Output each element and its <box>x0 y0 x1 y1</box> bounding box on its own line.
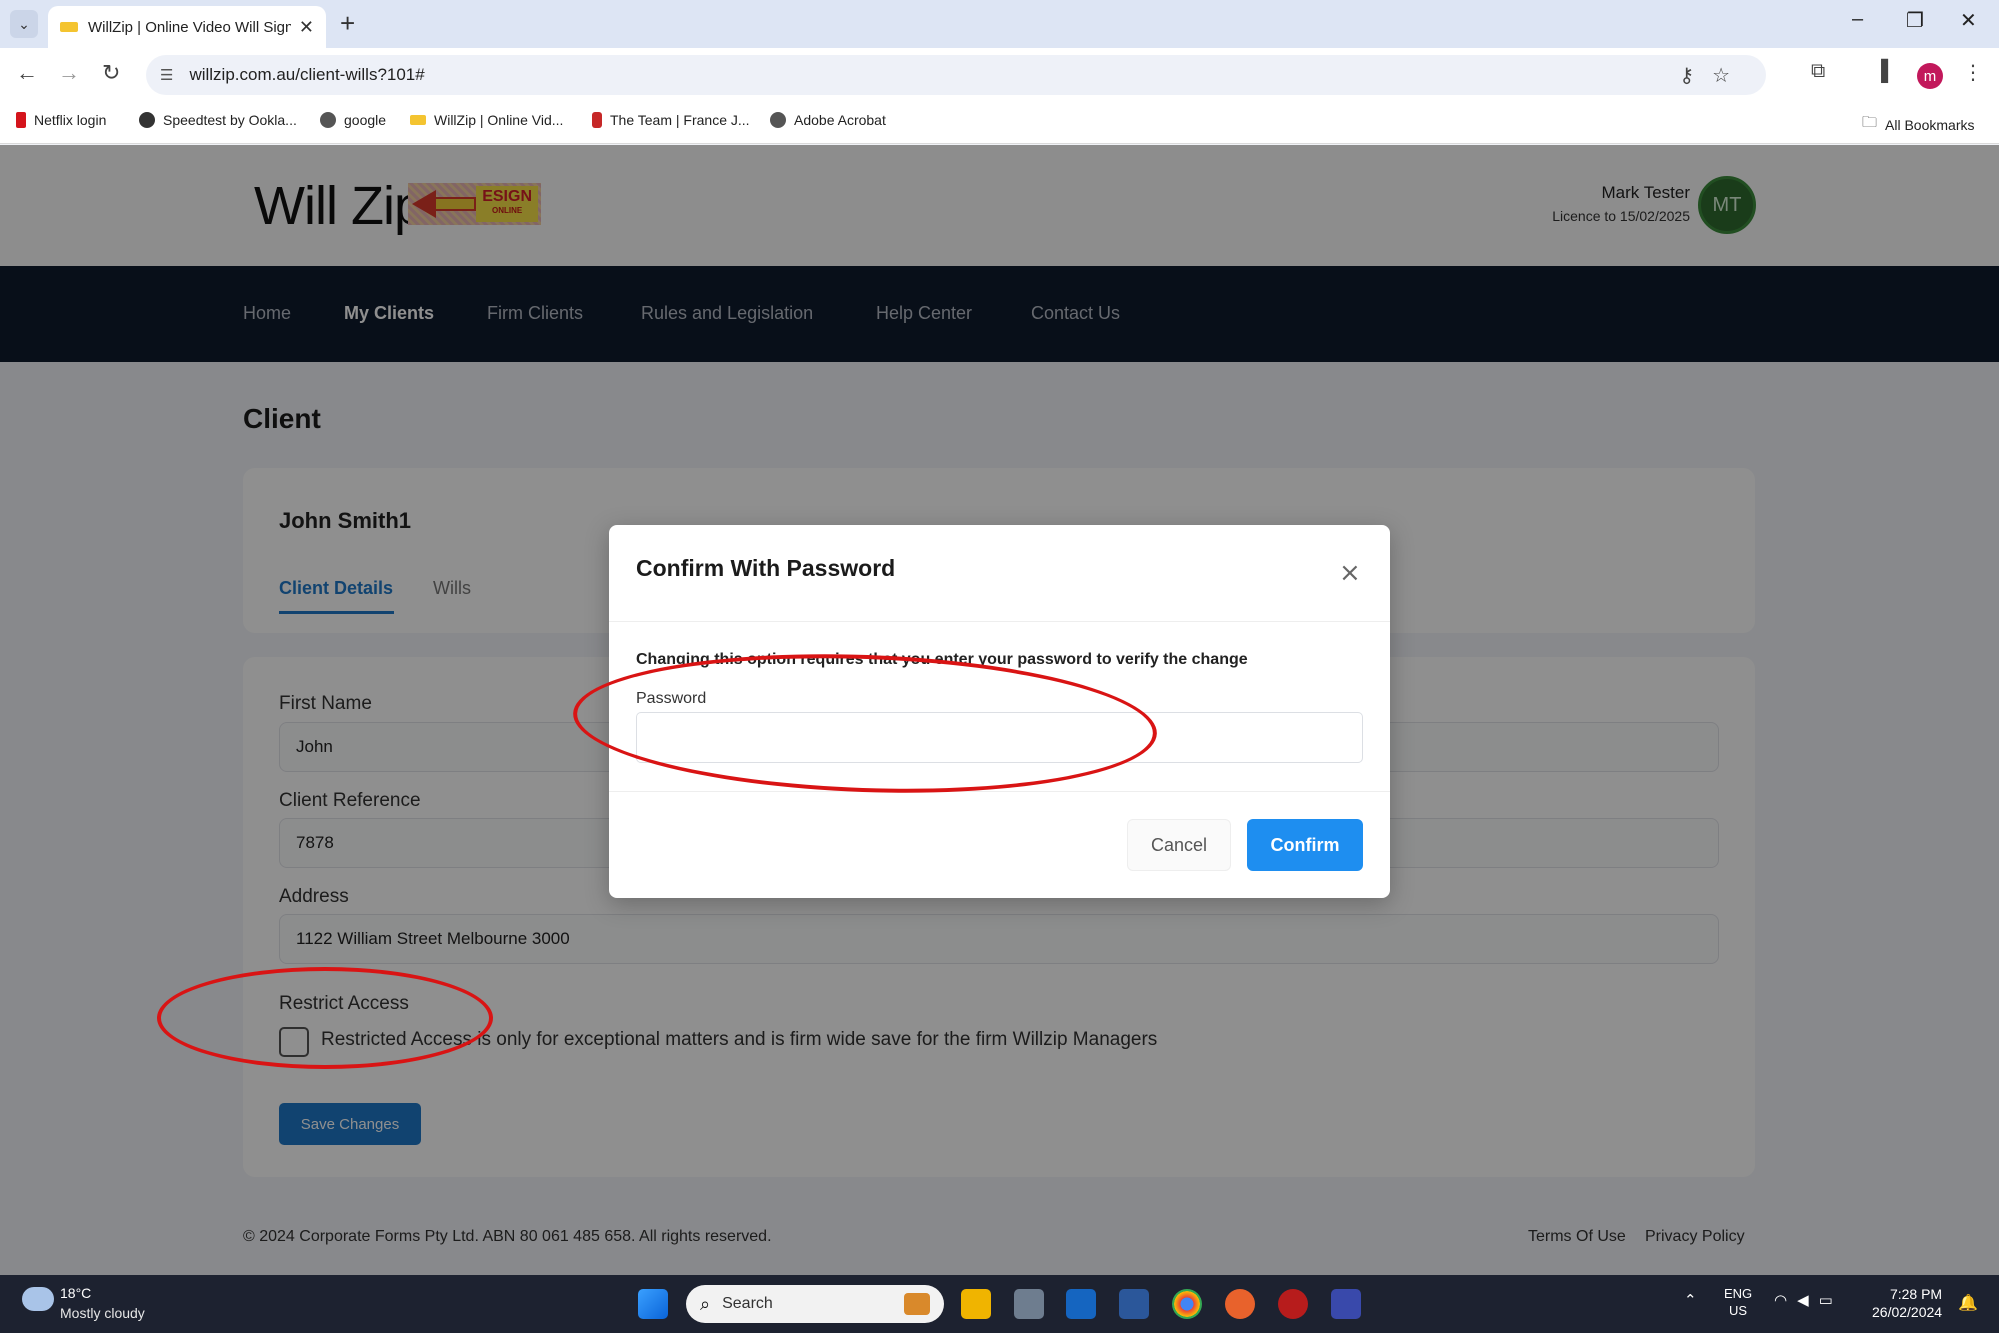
reload-icon[interactable]: ↻ <box>102 60 120 86</box>
browser-tabstrip: ⌄ WillZip | Online Video Will Sign ✕ + –… <box>0 0 1999 48</box>
weather-temperature[interactable]: 18°C <box>60 1285 91 1301</box>
folder-icon: 🗀 <box>1862 114 1878 131</box>
chrome-icon[interactable] <box>1172 1289 1202 1319</box>
bookmark-google[interactable]: google <box>320 112 386 128</box>
wifi-icon[interactable]: ◠ <box>1774 1292 1797 1309</box>
site-info-icon[interactable]: ☰ <box>160 66 173 84</box>
duckduckgo-icon[interactable] <box>1225 1289 1255 1319</box>
file-explorer-icon[interactable] <box>961 1289 991 1319</box>
bookmark-netflix[interactable]: Netflix login <box>16 112 106 128</box>
new-tab-button[interactable]: + <box>340 8 355 39</box>
globe-icon <box>320 112 336 128</box>
tray-overflow-icon[interactable]: ⌃ <box>1684 1291 1697 1309</box>
shield-icon <box>592 112 602 128</box>
taskbar-search[interactable]: ⌕ Search <box>686 1285 944 1323</box>
speedtest-icon <box>139 112 155 128</box>
bookmark-star-icon[interactable]: ☆ <box>1712 65 1748 87</box>
weather-cloud-icon[interactable] <box>22 1287 54 1311</box>
weather-description[interactable]: Mostly cloudy <box>60 1305 145 1321</box>
word-icon[interactable] <box>1119 1289 1149 1319</box>
globe-icon <box>770 112 786 128</box>
forward-icon[interactable]: → <box>58 60 80 86</box>
notification-bell-icon[interactable]: 🔔 <box>1958 1293 1978 1313</box>
willzip-icon <box>410 115 426 125</box>
search-icon: ⌕ <box>700 1293 711 1314</box>
url-text: willzip.com.au/client-wills?101# <box>189 65 425 84</box>
modal-title: Confirm With Password <box>636 555 896 581</box>
calculator-icon[interactable] <box>1014 1289 1044 1319</box>
browser-menu-icon[interactable]: ⋮ <box>1963 60 1983 85</box>
remote-desktop-icon[interactable] <box>1331 1289 1361 1319</box>
windows-start-icon[interactable] <box>638 1289 668 1319</box>
tab-search-chevron-icon[interactable]: ⌄ <box>10 10 38 38</box>
minimize-icon[interactable]: – <box>1852 8 1863 31</box>
red-app-icon[interactable] <box>1278 1289 1308 1319</box>
restore-icon[interactable]: ❐ <box>1906 8 1924 33</box>
extensions-icon[interactable]: ⧉ <box>1811 60 1825 83</box>
modal-close-icon[interactable]: × <box>1333 557 1367 589</box>
side-panel-icon[interactable]: ▐ <box>1874 60 1888 83</box>
address-bar[interactable]: ☰ willzip.com.au/client-wills?101# ⚷☆ <box>146 55 1766 95</box>
window-close-icon[interactable]: ✕ <box>1960 8 1977 33</box>
briefcase-icon <box>904 1293 930 1315</box>
modal-divider <box>609 621 1390 622</box>
tab-close-icon[interactable]: ✕ <box>299 17 314 38</box>
cancel-button[interactable]: Cancel <box>1127 819 1231 871</box>
profile-avatar[interactable]: m <box>1917 63 1943 89</box>
netflix-icon <box>16 112 26 128</box>
annotation-circle-restrict-access <box>157 967 493 1069</box>
battery-icon[interactable]: ▭ <box>1819 1292 1843 1309</box>
bookmark-the-team[interactable]: The Team | France J... <box>592 112 750 128</box>
windows-taskbar: 18°C Mostly cloudy ⌕ Search ⌃ ENG US ◠◀▭ … <box>0 1275 1999 1333</box>
volume-icon[interactable]: ◀ <box>1797 1292 1819 1309</box>
bookmarks-bar: Netflix login Speedtest by Ookla... goog… <box>0 102 1999 144</box>
clock[interactable]: 7:28 PM 26/02/2024 <box>1872 1285 1942 1321</box>
bookmark-adobe[interactable]: Adobe Acrobat <box>770 112 886 128</box>
all-bookmarks[interactable]: 🗀 All Bookmarks <box>1862 112 1974 137</box>
browser-tab[interactable]: WillZip | Online Video Will Sign ✕ <box>48 6 326 48</box>
outlook-icon[interactable] <box>1066 1289 1096 1319</box>
password-key-icon[interactable]: ⚷ <box>1679 65 1712 87</box>
confirm-button[interactable]: Confirm <box>1247 819 1363 871</box>
bookmark-speedtest[interactable]: Speedtest by Ookla... <box>139 112 297 128</box>
tab-title: WillZip | Online Video Will Sign <box>88 18 291 36</box>
language-indicator[interactable]: ENG US <box>1724 1285 1752 1319</box>
back-icon[interactable]: ← <box>16 60 38 86</box>
modal-divider <box>609 791 1390 792</box>
browser-toolbar: ← → ↻ ☰ willzip.com.au/client-wills?101#… <box>0 48 1999 102</box>
bookmark-willzip[interactable]: WillZip | Online Vid... <box>410 112 563 128</box>
tab-favicon-icon <box>60 22 78 32</box>
